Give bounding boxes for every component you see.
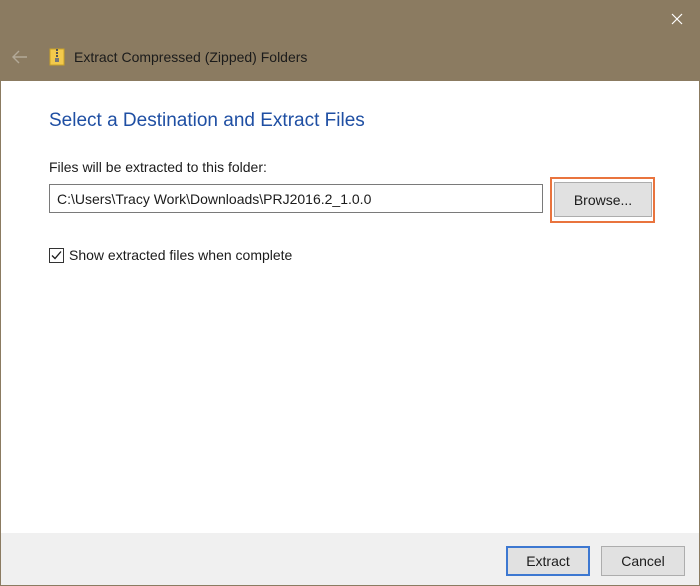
dialog-footer [1,533,699,585]
zip-folder-icon [49,48,65,66]
show-files-label: Show extracted files when complete [69,247,293,263]
destination-path-input[interactable] [49,184,543,213]
dialog-heading: Select a Destination and Extract Files [49,110,365,131]
close-icon [671,13,683,25]
cancel-button[interactable]: Cancel [601,546,685,576]
close-button[interactable] [655,1,699,37]
show-files-checkbox[interactable] [49,248,64,263]
window-title: Extract Compressed (Zipped) Folders [74,49,308,65]
title-bar: Extract Compressed (Zipped) Folders [1,1,699,81]
extract-button[interactable]: Extract [506,546,590,576]
browse-button[interactable]: Browse... [554,182,652,217]
back-arrow-icon[interactable] [12,50,28,64]
destination-label: Files will be extracted to this folder: [49,159,267,175]
checkmark-icon [51,251,62,260]
extract-dialog: Extract Compressed (Zipped) Folders Sele… [0,0,700,586]
